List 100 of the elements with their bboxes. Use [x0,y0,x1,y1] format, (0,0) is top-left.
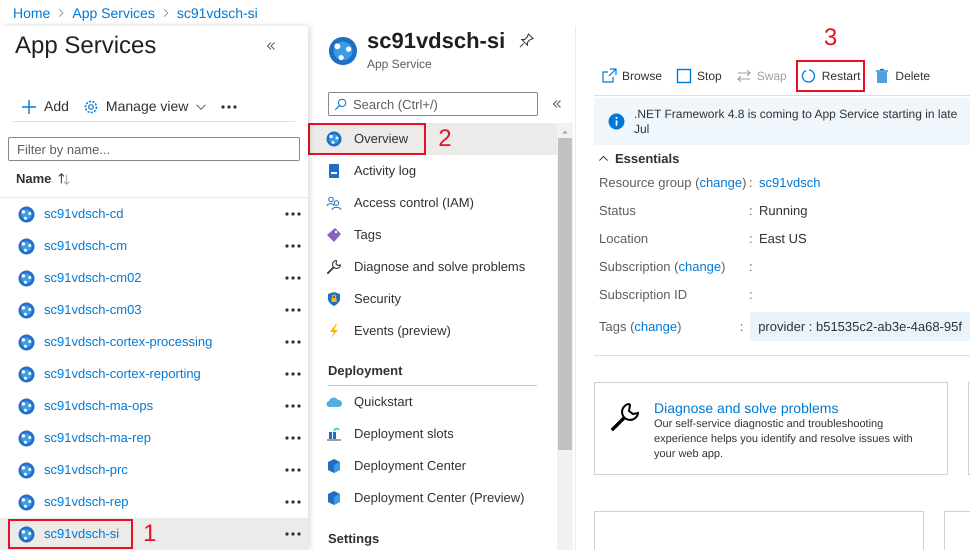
more-icon[interactable] [285,436,301,440]
search-icon [334,98,347,111]
more-icon[interactable] [285,372,301,376]
resource-row[interactable]: sc91vdsch-cortex-reporting [0,358,308,390]
resource-link[interactable]: sc91vdsch-rep [44,492,129,512]
cube-icon [326,458,342,474]
more-icon[interactable] [285,532,301,536]
change-link[interactable]: change [678,258,722,274]
toolbar-button[interactable]: Restart [796,60,866,92]
resource-link[interactable]: sc91vdsch-cm02 [44,268,142,288]
field-value-link[interactable]: sc91vdsch [759,172,820,192]
more-icon[interactable] [285,212,301,216]
separator: : [749,202,754,220]
resource-row[interactable]: sc91vdsch-cortex-processing [0,326,308,358]
change-link[interactable]: change [634,318,678,334]
field-label: Status [599,202,637,220]
section-heading: Deployment [328,362,402,380]
refresh-icon [800,68,817,84]
more-icon[interactable] [285,276,301,280]
blade-title: App Services [15,34,156,58]
app-service-icon [18,206,35,222]
wrench-icon [609,400,641,432]
scroll-up-icon [561,128,569,136]
toolbar-button[interactable]: Stop [671,60,727,92]
toolbar-button[interactable]: Delete [869,60,936,92]
annotation-number: 1 [143,520,156,548]
more-icon[interactable] [285,500,301,504]
more-icon[interactable] [285,468,301,472]
resource-link[interactable]: sc91vdsch-cm03 [44,300,142,320]
section-heading: Settings [328,530,380,548]
app-service-icon [18,462,35,478]
app-service-icon [18,238,35,254]
field-label: Location [599,230,650,248]
menu-item[interactable]: Overview 2 [308,123,557,155]
swap-icon [736,68,752,84]
field-value: East US [759,230,807,248]
more-icon[interactable] [285,308,301,312]
square-icon [676,68,692,84]
pin-icon [519,33,534,48]
info-icon [608,113,625,130]
app-service-icon [18,430,35,446]
slots-icon [326,426,342,442]
resource-subtitle: App Service [367,56,433,72]
scrollbar[interactable] [557,123,573,550]
resource-link[interactable]: sc91vdsch-cortex-reporting [44,364,201,384]
app-service-icon [18,334,35,350]
resource-row[interactable]: sc91vdsch-si 1 [0,518,308,550]
resource-row[interactable]: sc91vdsch-cm [0,230,308,262]
trash-icon [874,68,890,84]
change-link[interactable]: change [699,174,742,190]
card-title[interactable]: Diagnose and solve problems [654,398,924,416]
breadcrumb-link[interactable]: sc91vdsch-si [176,2,258,24]
resource-row[interactable]: sc91vdsch-cd [0,198,308,230]
card[interactable]: Diagnose and solve problems Our self-service diagnostic and troubleshooting experience helps you identify and resolve issues with your web app. [594,382,948,474]
field-value: Running [759,202,808,220]
breadcrumb-link[interactable]: Home [13,2,50,24]
separator: : [749,258,754,276]
essentials-toggle[interactable]: Essentials [594,149,680,168]
app-service-icon [18,270,35,286]
search-field[interactable]: Search (Ctrl+/) [328,92,538,116]
breadcrumb-link[interactable]: App Services [72,2,155,24]
annotation-number: 2 [438,125,452,153]
resource-row[interactable]: sc91vdsch-ma-ops [0,390,308,422]
add-button[interactable]: Add [21,96,69,117]
resource-row[interactable]: sc91vdsch-rep [0,486,308,518]
column-header[interactable]: Name [16,169,52,189]
app-service-icon [18,302,35,318]
external-link-icon [601,68,617,84]
manage-view-button[interactable]: Manage view [82,96,208,117]
app-service-icon [18,494,35,510]
more-icon[interactable] [221,104,238,108]
banner-text: .NET Framework 4.8 is coming to App Service starting in late Jul [634,106,958,136]
app-service-icon [18,526,35,542]
field-label: Subscription (change) [599,258,726,276]
card-description: Our self-service diagnostic and troubleshooting experience helps you identify and resolve issues with your web app. [654,416,914,462]
field-label: Subscription ID [599,286,688,304]
cube-icon [326,490,342,506]
separator: : [740,318,744,336]
more-icon[interactable] [285,244,301,248]
filter-field[interactable]: Filter by name... [8,137,300,161]
more-icon[interactable] [285,340,301,344]
resource-row[interactable]: sc91vdsch-ma-rep [0,422,308,454]
field-label: Tags (change) [599,318,682,336]
resource-link[interactable]: sc91vdsch-cd [44,204,124,224]
sort-icon [56,172,72,186]
resource-row[interactable]: sc91vdsch-prc [0,454,308,486]
resource-row[interactable]: sc91vdsch-cm02 [0,262,308,294]
toolbar-button[interactable]: Browse [596,60,668,92]
resource-link[interactable]: sc91vdsch-cortex-processing [44,332,212,352]
resource-link[interactable]: sc91vdsch-ma-rep [44,428,151,448]
resource-link[interactable]: sc91vdsch-cm [44,236,128,256]
field-label: Resource group (change) [599,174,748,192]
tag-chip: provider : b51535c2-ab3e-4a68-95f [750,312,970,342]
resource-link[interactable]: sc91vdsch-ma-ops [44,396,154,416]
globe-icon [326,131,342,147]
resource-link[interactable]: sc91vdsch-prc [44,460,128,480]
more-icon[interactable] [285,404,301,408]
resource-title: sc91vdsch-si [367,30,506,52]
people-icon [326,195,342,211]
resource-row[interactable]: sc91vdsch-cm03 [0,294,308,326]
